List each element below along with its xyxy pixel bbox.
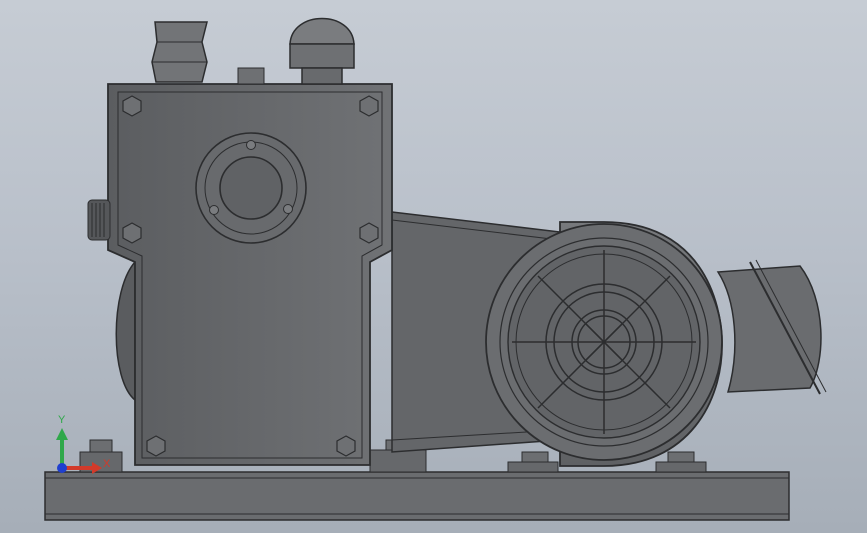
inlet-hose-barb[interactable] bbox=[151, 21, 208, 83]
y-axis-label: Y bbox=[58, 414, 66, 426]
rear-cylinder bbox=[115, 260, 136, 402]
y-arrow-head bbox=[56, 428, 68, 440]
terminal-box[interactable] bbox=[716, 259, 827, 395]
x-arrow-head bbox=[92, 462, 102, 474]
x-axis-label: X bbox=[103, 458, 111, 470]
origin-dot bbox=[57, 463, 67, 473]
base-plate[interactable] bbox=[44, 471, 790, 521]
vacuum-pump-model[interactable] bbox=[0, 0, 867, 533]
fan-grille bbox=[512, 250, 696, 434]
cad-viewport[interactable]: Y X bbox=[0, 0, 867, 533]
top-plug[interactable] bbox=[237, 67, 265, 85]
side-knob[interactable] bbox=[87, 199, 111, 241]
exhaust-cap[interactable] bbox=[289, 17, 355, 85]
front-flange[interactable] bbox=[195, 132, 307, 244]
coordinate-triad: Y X bbox=[52, 410, 112, 480]
